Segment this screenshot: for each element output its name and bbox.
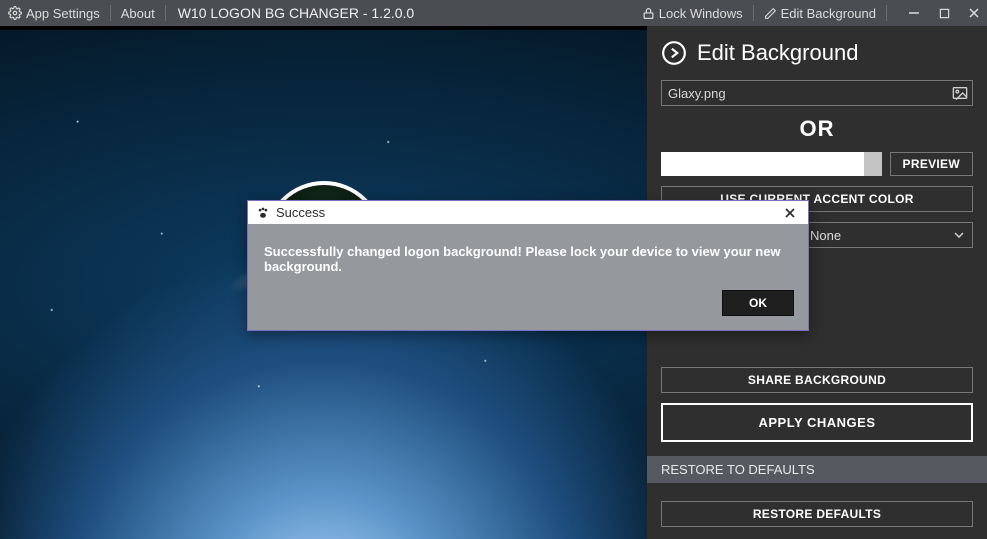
image-path-value: Glaxy.png (668, 86, 726, 101)
divider (165, 5, 166, 21)
title-bar: App Settings About W10 LOGON BG CHANGER … (0, 0, 987, 26)
pencil-icon (764, 7, 777, 20)
dialog-message: Successfully changed logon background! P… (248, 224, 808, 280)
gear-icon (8, 6, 22, 20)
or-label: OR (661, 116, 973, 142)
dialog-actions: OK (248, 280, 808, 330)
panel-header: Edit Background (661, 40, 973, 66)
share-background-button[interactable]: SHARE BACKGROUND (661, 367, 973, 393)
about-link[interactable]: About (121, 6, 155, 21)
divider (886, 5, 887, 21)
close-button[interactable] (967, 6, 981, 20)
header-left: App Settings About W10 LOGON BG CHANGER … (8, 5, 414, 21)
edit-background-link[interactable]: Edit Background (764, 6, 876, 21)
image-icon (952, 86, 968, 100)
image-path-field[interactable]: Glaxy.png (661, 80, 973, 106)
scaling-select[interactable]: None (801, 222, 973, 248)
dialog-ok-button[interactable]: OK (722, 290, 794, 316)
apply-changes-button[interactable]: APPLY CHANGES (661, 403, 973, 442)
edit-background-label: Edit Background (781, 6, 876, 21)
paw-icon (256, 206, 270, 220)
window-controls (907, 6, 981, 20)
dialog-title-bar: Success (248, 201, 808, 224)
panel-title: Edit Background (697, 40, 858, 66)
lock-icon (642, 7, 655, 20)
success-dialog: Success Successfully changed logon backg… (247, 200, 809, 331)
about-label: About (121, 6, 155, 21)
divider (753, 5, 754, 21)
app-window: App Settings About W10 LOGON BG CHANGER … (0, 0, 987, 539)
divider (110, 5, 111, 21)
chevron-down-icon (954, 232, 964, 238)
restore-header: RESTORE TO DEFAULTS (647, 456, 987, 483)
lock-windows-label: Lock Windows (659, 6, 743, 21)
preview-button[interactable]: PREVIEW (890, 152, 973, 176)
arrow-right-circle-icon (661, 40, 687, 66)
header-right: Lock Windows Edit Background (642, 5, 981, 21)
lock-windows-link[interactable]: Lock Windows (642, 6, 743, 21)
color-picker[interactable] (661, 152, 882, 176)
minimize-button[interactable] (907, 6, 921, 20)
color-row: PREVIEW (661, 152, 973, 176)
app-settings-label: App Settings (26, 6, 100, 21)
window-title: W10 LOGON BG CHANGER - 1.2.0.0 (178, 5, 415, 21)
dialog-title: Success (276, 205, 325, 220)
app-settings-link[interactable]: App Settings (8, 6, 100, 21)
restore-defaults-button[interactable]: RESTORE DEFAULTS (661, 501, 973, 527)
maximize-button[interactable] (937, 6, 951, 20)
dialog-close-button[interactable] (780, 207, 800, 219)
scaling-select-value: None (810, 228, 841, 243)
